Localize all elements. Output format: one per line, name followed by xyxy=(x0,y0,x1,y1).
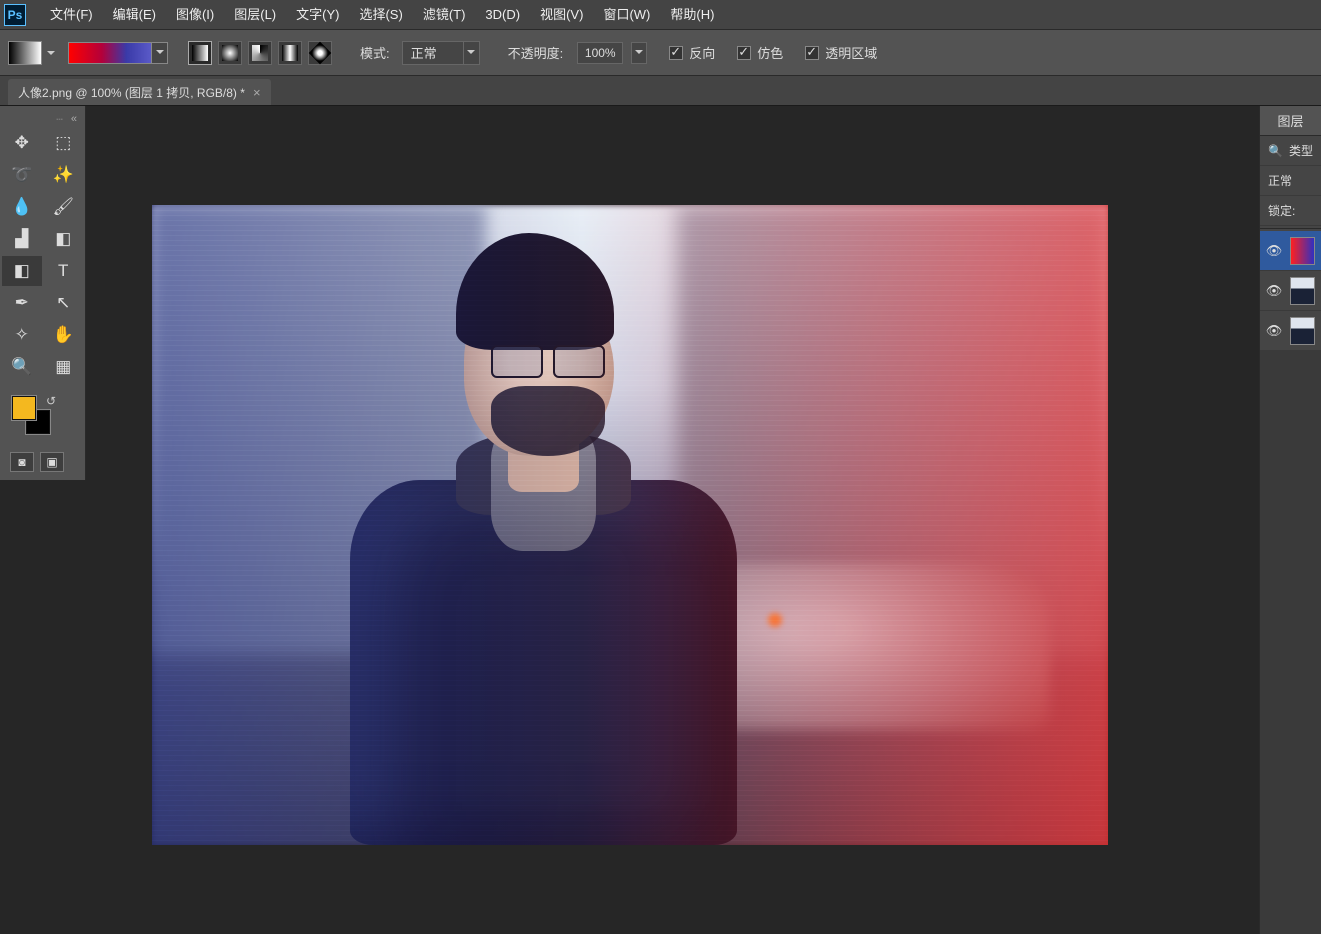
layer-row[interactable]: 👁 xyxy=(1260,231,1321,271)
layers-filter-row[interactable]: 🔍 类型 xyxy=(1260,136,1321,166)
layer-thumbnail[interactable] xyxy=(1290,317,1315,345)
menu-bar: Ps 文件(F) 编辑(E) 图像(I) 图层(L) 文字(Y) 选择(S) 滤… xyxy=(0,0,1321,30)
transparency-checkbox[interactable]: 透明区域 xyxy=(805,43,877,62)
close-icon[interactable]: × xyxy=(253,85,261,100)
foreground-color[interactable] xyxy=(12,396,36,420)
layers-panel-tab[interactable]: 图层 xyxy=(1260,106,1321,136)
opacity-input-wrap[interactable] xyxy=(577,42,623,64)
visibility-icon[interactable]: 👁 xyxy=(1266,283,1282,299)
menu-layer[interactable]: 图层(L) xyxy=(224,0,286,30)
layers-lock-row: 锁定: xyxy=(1260,196,1321,226)
gradient-diamond-button[interactable] xyxy=(308,41,332,65)
document-tab-title: 人像2.png @ 100% (图层 1 拷贝, RGB/8) * xyxy=(18,84,245,101)
marquee-tool[interactable]: ⬚ xyxy=(44,128,84,158)
swap-colors-icon[interactable]: ↺ xyxy=(46,394,56,408)
opacity-dropdown[interactable] xyxy=(631,42,647,64)
layer-thumbnail[interactable] xyxy=(1290,277,1315,305)
layer-row[interactable]: 👁 xyxy=(1260,271,1321,311)
gradient-picker-dropdown[interactable] xyxy=(152,42,168,64)
eyedropper-tool[interactable]: 💧 xyxy=(2,192,42,222)
gradient-radial-button[interactable] xyxy=(218,41,242,65)
tool-preset-picker[interactable] xyxy=(8,41,42,65)
path-select-tool[interactable]: ↖ xyxy=(44,288,84,318)
toolbox-header[interactable]: ┄ « xyxy=(2,110,83,128)
collapse-icon[interactable]: « xyxy=(71,113,77,125)
move-tool[interactable]: ✥ xyxy=(2,128,42,158)
layers-lock-label: 锁定: xyxy=(1268,202,1295,219)
gradient-linear-button[interactable] xyxy=(188,41,212,65)
gradient-type-group xyxy=(188,41,332,65)
reverse-label: 反向 xyxy=(689,43,715,62)
layers-panel: 图层 🔍 类型 正常 锁定: 👁 👁 👁 xyxy=(1259,106,1321,934)
workspace: 图层 🔍 类型 正常 锁定: 👁 👁 👁 xyxy=(0,106,1321,934)
menu-edit[interactable]: 编辑(E) xyxy=(103,0,166,30)
gradient-angle-button[interactable] xyxy=(248,41,272,65)
lasso-tool[interactable]: ➰ xyxy=(2,160,42,190)
menu-type[interactable]: 文字(Y) xyxy=(286,0,349,30)
gradient-tool[interactable]: ◧ xyxy=(2,256,42,286)
brush-tool[interactable]: 🖌 xyxy=(44,192,84,222)
layers-blend-mode: 正常 xyxy=(1268,172,1292,189)
zoom-tool[interactable]: 🔍 xyxy=(2,352,42,382)
checkbox-icon xyxy=(737,46,751,60)
chevron-down-icon xyxy=(463,42,479,64)
blend-mode-select[interactable]: 正常 xyxy=(402,41,480,65)
menu-view[interactable]: 视图(V) xyxy=(530,0,593,30)
menu-help[interactable]: 帮助(H) xyxy=(660,0,724,30)
search-icon: 🔍 xyxy=(1268,144,1283,158)
opacity-input[interactable] xyxy=(578,46,622,60)
document-tab-bar: 人像2.png @ 100% (图层 1 拷贝, RGB/8) * × xyxy=(0,76,1321,106)
visibility-icon[interactable]: 👁 xyxy=(1266,323,1282,339)
reverse-checkbox[interactable]: 反向 xyxy=(669,43,715,62)
document-tab[interactable]: 人像2.png @ 100% (图层 1 拷贝, RGB/8) * × xyxy=(8,79,271,105)
canvas-image xyxy=(152,205,1108,845)
gradient-reflected-button[interactable] xyxy=(278,41,302,65)
toolbox: ┄ « ✥⬚➰✨💧🖌▟◧◧T✒↖✧✋🔍▦ ↺ ◙ ▣ xyxy=(0,106,86,480)
screenmode-button[interactable]: ▣ xyxy=(40,452,64,472)
canvas-stage[interactable] xyxy=(0,106,1259,934)
menu-file[interactable]: 文件(F) xyxy=(40,0,103,30)
eraser-tool[interactable]: ◧ xyxy=(44,224,84,254)
checkbox-icon xyxy=(805,46,819,60)
shape-tool[interactable]: ✧ xyxy=(2,320,42,350)
layer-thumbnail[interactable] xyxy=(1290,237,1315,265)
mode-label: 模式: xyxy=(360,43,390,62)
menu-select[interactable]: 选择(S) xyxy=(349,0,412,30)
blend-mode-value: 正常 xyxy=(403,43,463,62)
dither-label: 仿色 xyxy=(757,43,783,62)
stamp-tool[interactable]: ▟ xyxy=(2,224,42,254)
layers-filter-kind: 类型 xyxy=(1289,142,1313,159)
drag-handle-icon[interactable]: ┄ xyxy=(56,113,65,126)
app-logo: Ps xyxy=(4,4,26,26)
menu-filter[interactable]: 滤镜(T) xyxy=(413,0,476,30)
edit-toolbar[interactable]: ▦ xyxy=(44,352,84,382)
gradient-picker[interactable] xyxy=(68,42,152,64)
pen-tool[interactable]: ✒ xyxy=(2,288,42,318)
menu-3d[interactable]: 3D(D) xyxy=(475,0,530,30)
hand-tool[interactable]: ✋ xyxy=(44,320,84,350)
visibility-icon[interactable]: 👁 xyxy=(1266,243,1282,259)
color-swatches: ↺ xyxy=(2,392,83,442)
transparency-label: 透明区域 xyxy=(825,43,877,62)
opacity-label: 不透明度: xyxy=(508,43,564,62)
layer-row[interactable]: 👁 xyxy=(1260,311,1321,351)
menu-image[interactable]: 图像(I) xyxy=(166,0,224,30)
canvas[interactable] xyxy=(152,205,1108,845)
menu-window[interactable]: 窗口(W) xyxy=(593,0,660,30)
type-tool[interactable]: T xyxy=(44,256,84,286)
dither-checkbox[interactable]: 仿色 xyxy=(737,43,783,62)
layers-blend-row[interactable]: 正常 xyxy=(1260,166,1321,196)
magic-wand-tool[interactable]: ✨ xyxy=(44,160,84,190)
quickmask-button[interactable]: ◙ xyxy=(10,452,34,472)
checkbox-icon xyxy=(669,46,683,60)
options-bar: 模式: 正常 不透明度: 反向 仿色 透明区域 xyxy=(0,30,1321,76)
